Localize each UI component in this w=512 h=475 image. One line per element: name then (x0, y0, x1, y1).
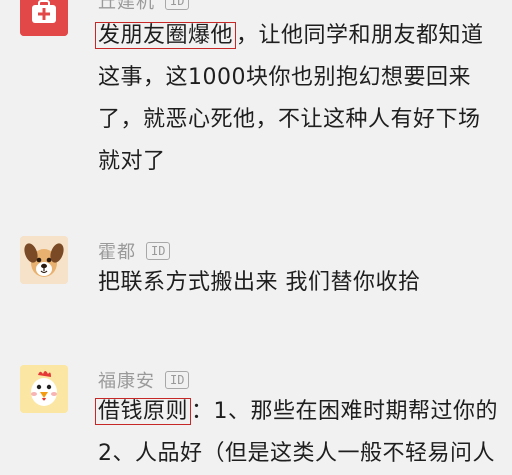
comment-text: 发朋友圈爆他 ，让他同学和朋友都知道 这事，这1000块你也别抱幻想要回来 了，就… (95, 15, 484, 183)
highlight-box: 借钱原则 (95, 398, 192, 425)
comment-line: 这事，这1000块你也别抱幻想要回来 (98, 65, 471, 90)
chicken-icon (20, 365, 68, 413)
comment-text: 把联系方式搬出来 我们替你收拾 (98, 262, 421, 304)
highlight-box: 发朋友圈爆他 (95, 22, 237, 49)
dog-icon (20, 236, 68, 284)
comment-line: 就对了 (98, 149, 166, 174)
comment-line: ：1、那些在困难时期帮过你的 (191, 399, 499, 424)
comment-text: 借钱原则 ：1、那些在困难时期帮过你的 2、人品好（但是这类人一般不轻易问人 (95, 391, 499, 475)
username[interactable]: 福康安 (98, 367, 155, 393)
avatar[interactable] (20, 365, 68, 413)
id-badge: ID (165, 371, 190, 389)
medical-kit-icon (20, 0, 68, 36)
id-badge: ID (146, 242, 171, 260)
comment-line: ，让他同学和朋友都知道 (236, 23, 484, 48)
comment-line: 了，就恶心死他，不让这种人有好下场 (98, 107, 481, 132)
avatar[interactable] (20, 0, 68, 36)
avatar[interactable] (20, 236, 68, 284)
username[interactable]: 丘建机 (98, 0, 155, 14)
comment-line: 2、人品好（但是这类人一般不轻易问人 (98, 441, 495, 466)
comment-line: 把联系方式搬出来 我们替你收拾 (98, 270, 421, 295)
id-badge: ID (165, 0, 190, 10)
username[interactable]: 霍都 (98, 238, 136, 264)
